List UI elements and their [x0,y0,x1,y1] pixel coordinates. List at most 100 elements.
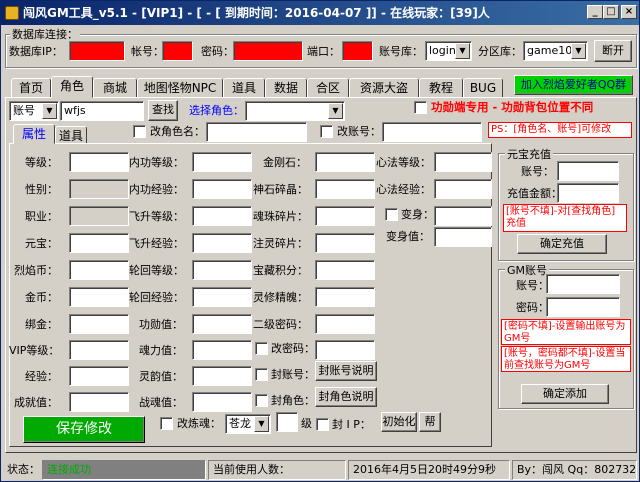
spirit-essence-input[interactable] [315,287,375,307]
ban-account-help-button[interactable]: 封账号说明 [315,361,377,381]
god-stone-input[interactable] [315,179,375,199]
inner-level-input[interactable] [192,152,252,172]
select-role-dropdown[interactable]: ▼ [245,101,345,121]
yuanbao-input[interactable] [69,233,129,253]
spirit-rhyme-input[interactable] [192,366,252,386]
tab-tutorial[interactable]: 教程 [419,78,463,98]
rename-role-checkbox[interactable] [133,125,146,138]
heart-exp-label: 心法经验： [376,183,431,196]
heart-exp-input[interactable] [434,179,492,199]
confirm-add-gm-button[interactable]: 确定添加 [521,384,609,404]
gm-account-input[interactable] [546,274,620,294]
feats-edition-warning: 功勋端专用 - 功勋背包位置不同 [431,100,594,114]
close-button[interactable]: × [621,5,637,19]
rename-role-input[interactable] [206,122,307,142]
confirm-recharge-button[interactable]: 确定充值 [517,234,607,254]
save-changes-button[interactable]: 保存修改 [23,416,145,443]
spirit-rhyme-label: 灵韵值： [139,370,183,383]
gold-input[interactable] [69,287,129,307]
ban-role-help-button[interactable]: 封角色说明 [315,387,377,407]
transform-checkbox[interactable] [385,208,398,221]
ban-role-checkbox[interactable] [255,394,268,407]
gm-note-1: [密码不填]-设置输出账号为GM号 [501,319,631,345]
help-button[interactable]: 帮 [419,412,441,432]
change-password-input[interactable] [315,340,375,360]
level-input[interactable] [69,152,129,172]
ascend-level-label: 飞升等级： [129,210,184,223]
db-ip-input[interactable] [69,41,125,61]
gm-account-legend: GM账号 [505,262,550,278]
tab-bug[interactable]: BUG [463,78,503,98]
tab-attributes[interactable]: 属性 [13,124,55,144]
transform-value-input[interactable] [434,227,492,247]
maximize-button[interactable]: □ [603,5,619,19]
join-qq-group-button[interactable]: 加入烈焰爱好者QQ群 [514,75,633,95]
recharge-amount-input[interactable] [557,183,619,203]
db-password-input[interactable] [233,41,303,61]
gm-password-input[interactable] [546,297,620,317]
title-bar[interactable]: 闯风GM工具_v5.1 - [VIP1] - [ - [ 到期时间：2016-0… [1,1,639,25]
chevron-down-icon: ▼ [254,416,269,432]
god-stone-label: 神石碎晶： [253,183,308,196]
scale-select[interactable]: 苍龙 ▼ [225,414,271,434]
search-type-select[interactable]: 账号 ▼ [9,101,59,121]
change-scale-label: 改炼魂： [177,417,221,430]
ascend-level-input[interactable] [192,206,252,226]
change-scale-checkbox[interactable] [160,417,173,430]
datetime-box: 2016年4月5日20时49分9秒 [348,460,510,480]
tab-home[interactable]: 首页 [11,78,51,98]
db-port-input[interactable] [342,41,373,61]
chevron-down-icon: ▼ [455,43,470,59]
achievement-input[interactable] [69,392,129,412]
heart-level-input[interactable] [434,152,492,172]
ban-account-checkbox[interactable] [255,368,268,381]
scale-grade-input[interactable] [276,412,298,432]
minimize-button[interactable]: _ [587,5,603,19]
rename-account-checkbox[interactable] [320,125,333,138]
ban-ip-checkbox[interactable] [316,418,329,431]
tab-resource-thief[interactable]: 资源大盗 [349,78,419,98]
recharge-note: [账号不填]-对[查找角色]充值 [503,204,627,232]
transform-input[interactable] [434,206,492,226]
window-title: 闯风GM工具_v5.1 - [VIP1] - [ - [ 到期时间：2016-0… [23,6,490,20]
battle-soul-input[interactable] [192,392,252,412]
datetime-value: 2016年4月5日20时49分9秒 [353,463,496,476]
zone-db-select[interactable]: game1001 ▼ [523,41,588,61]
search-input[interactable]: wfjs [60,101,144,121]
bound-gold-input[interactable] [69,314,129,334]
ascend-exp-input[interactable] [192,233,252,253]
tab-shop[interactable]: 商城 [93,78,137,98]
tab-sub-items[interactable]: 道具 [55,126,87,144]
tab-role[interactable]: 角色 [51,76,93,98]
diamond-input[interactable] [315,152,375,172]
flame-coin-input[interactable] [69,260,129,280]
tab-items[interactable]: 道具 [223,78,265,98]
soul-bead-input[interactable] [315,206,375,226]
reincarnation-exp-input[interactable] [192,287,252,307]
search-button[interactable]: 查找 [148,100,178,121]
vip-level-input[interactable] [69,340,129,360]
exp-input[interactable] [69,366,129,386]
db-account-input[interactable] [162,41,193,61]
tab-data[interactable]: 数据 [265,78,307,98]
recharge-account-input[interactable] [557,161,619,181]
account-db-select[interactable]: login ▼ [425,41,472,61]
soul-power-input[interactable] [192,340,252,360]
reincarnation-level-input[interactable] [192,260,252,280]
second-password-input[interactable] [315,314,375,334]
inner-exp-input[interactable] [192,179,252,199]
init-button[interactable]: 初始化 [381,412,417,432]
select-role-label: 选择角色： [189,104,244,117]
change-password-checkbox[interactable] [255,342,268,355]
disconnect-button[interactable]: 断开 [594,40,632,62]
gender-label: 性别： [25,183,58,196]
infuse-fragment-input[interactable] [315,233,375,253]
treasure-points-input[interactable] [315,260,375,280]
merit-input[interactable] [192,314,252,334]
feats-edition-checkbox[interactable] [414,101,427,114]
gold-label: 金币： [25,291,58,304]
tab-merge-zone[interactable]: 合区 [307,78,349,98]
tab-map-monster-npc[interactable]: 地图怪物NPC [137,78,223,98]
rename-account-input[interactable] [382,122,482,142]
ban-ip-label: 封 I P： [332,418,371,431]
